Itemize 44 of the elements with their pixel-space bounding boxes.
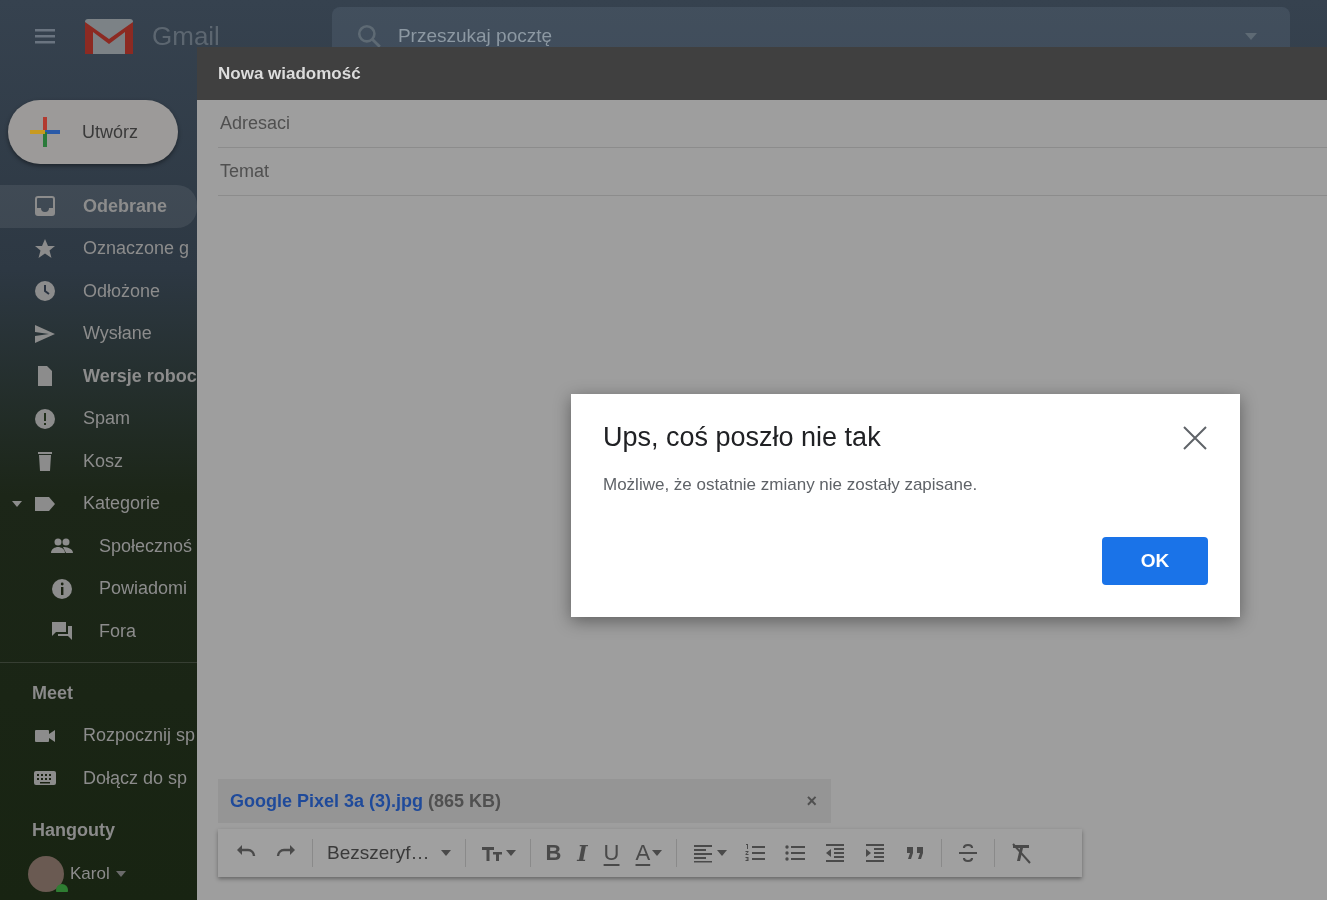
- info-icon: [50, 576, 74, 601]
- caret-icon: [441, 850, 452, 856]
- sidebar-item[interactable]: Kategorie: [0, 482, 197, 525]
- underline-button[interactable]: U: [597, 835, 626, 871]
- bold-button[interactable]: B: [539, 835, 568, 871]
- sidebar-item[interactable]: Oznaczone g: [0, 227, 197, 270]
- close-icon: [1182, 424, 1208, 451]
- plus-icon: [28, 115, 62, 149]
- attachment-size: (865 KB): [428, 790, 502, 812]
- sidebar-item[interactable]: Dołącz do sp: [0, 757, 197, 800]
- sidebar-item[interactable]: Fora: [0, 610, 197, 653]
- sidebar-item[interactable]: Rozpocznij sp: [0, 714, 197, 757]
- section-title: Hangouty: [31, 819, 116, 842]
- caret-icon[interactable]: [12, 500, 22, 507]
- sidebar-item[interactable]: Wysłane: [0, 312, 197, 355]
- attachment-link[interactable]: Google Pixel 3a (3).jpg: [230, 790, 424, 812]
- compose-title: Nowa wiadomość: [197, 47, 1327, 100]
- ok-button[interactable]: OK: [1102, 537, 1208, 585]
- inbox-icon: [33, 194, 57, 219]
- clock-icon: [33, 279, 57, 304]
- dialog-message: Możliwe, że ostatnie zmiany nie zostały zapisane.: [603, 475, 979, 495]
- sidebar-item[interactable]: Odłożone: [0, 270, 197, 313]
- clear-formatting-icon: [1009, 841, 1034, 865]
- sidebar-item[interactable]: Społecznoś: [0, 525, 197, 568]
- subject-field[interactable]: Temat: [218, 160, 1327, 183]
- envelope-logo-icon: [84, 17, 134, 55]
- color-button[interactable]: A: [629, 835, 669, 871]
- sidebar-item[interactable]: Wersje roboc: [0, 355, 197, 398]
- user-name: Karol: [70, 863, 110, 884]
- caret-icon[interactable]: [115, 870, 126, 877]
- italic-button[interactable]: I: [571, 835, 594, 871]
- font-dropdown[interactable]: Bezszeryf…: [321, 835, 458, 871]
- close-button[interactable]: [1182, 424, 1208, 451]
- exclamation-icon: [33, 406, 57, 431]
- dialog-title: Ups, coś poszło nie tak: [603, 422, 881, 453]
- compose-button[interactable]: Utwórz: [8, 100, 178, 164]
- section-title: Meet: [31, 682, 74, 705]
- sidebar-item[interactable]: Spam: [0, 397, 197, 440]
- sidebar-item[interactable]: Powiadomi: [0, 567, 197, 610]
- sidebar-item[interactable]: Kosz: [0, 440, 197, 483]
- search-icon: [355, 23, 382, 49]
- sidebar-item[interactable]: Odebrane: [0, 185, 197, 228]
- remove-attachment-button[interactable]: ×: [800, 790, 823, 812]
- recipients-field[interactable]: Adresaci: [218, 112, 1327, 135]
